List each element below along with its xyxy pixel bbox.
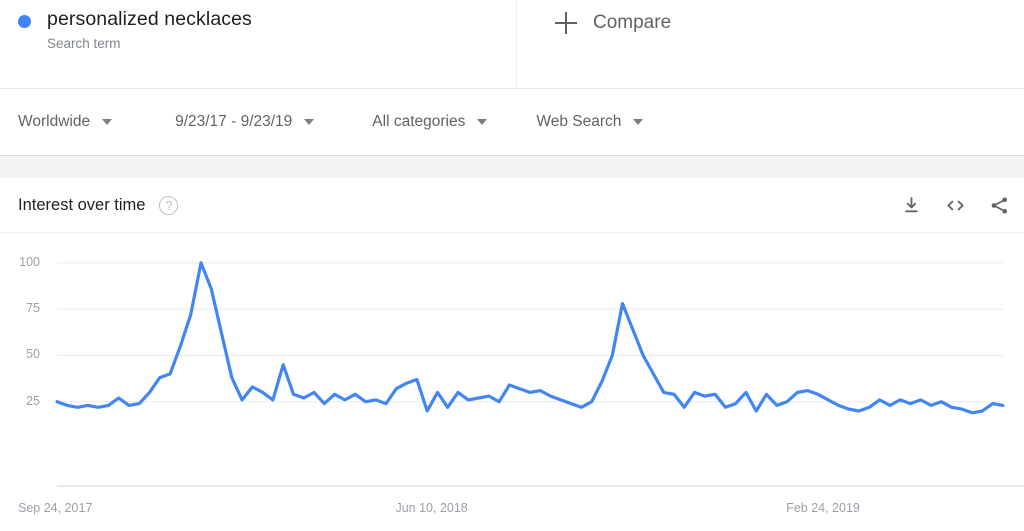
interest-over-time-card: Interest over time ? 25 50 75 100 Sep 24… <box>0 178 1024 531</box>
chevron-down-icon <box>633 119 644 125</box>
location-filter[interactable]: Worldwide <box>18 113 113 131</box>
compare-cell[interactable]: Compare <box>517 0 1024 89</box>
card-title: Interest over time <box>18 195 146 214</box>
search-term-title: personalized necklaces <box>47 8 252 30</box>
search-type-filter[interactable]: Web Search <box>536 113 644 131</box>
card-header: Interest over time ? <box>0 178 1024 233</box>
question-mark-icon[interactable]: ? <box>159 195 179 215</box>
plus-icon <box>555 12 577 34</box>
download-icon[interactable] <box>901 195 922 216</box>
search-term-texts: personalized necklaces Search term <box>47 6 252 54</box>
category-filter[interactable]: All categories <box>372 113 488 131</box>
date-range-filter[interactable]: 9/23/17 - 9/23/19 <box>175 113 315 131</box>
embed-code-icon[interactable] <box>944 195 967 216</box>
search-term-subtitle: Search term <box>47 36 121 51</box>
x-axis-tick-label: Jun 10, 2018 <box>395 501 468 515</box>
filter-bar: Worldwide 9/23/17 - 9/23/19 All categori… <box>0 89 1024 156</box>
compare-label: Compare <box>593 12 672 33</box>
y-axis-tick-label: 75 <box>26 301 40 316</box>
series-color-dot <box>18 15 31 28</box>
search-term-card[interactable]: personalized necklaces Search term <box>0 0 517 89</box>
location-filter-label: Worldwide <box>18 113 91 130</box>
trend-line-path <box>55 261 1005 415</box>
chevron-down-icon <box>477 119 488 125</box>
chevron-down-icon <box>304 119 315 125</box>
google-trends-page: personalized necklaces Search term Compa… <box>0 0 1024 531</box>
term-bar: personalized necklaces Search term Compa… <box>0 0 1024 89</box>
section-gap <box>0 156 1024 178</box>
add-comparison-button[interactable]: Compare <box>555 12 671 34</box>
category-filter-label: All categories <box>372 113 466 130</box>
x-axis-tick-label: Feb 24, 2019 <box>786 501 860 515</box>
date-range-filter-label: 9/23/17 - 9/23/19 <box>175 113 293 130</box>
y-axis-tick-label: 100 <box>19 254 40 269</box>
trends-line-chart[interactable] <box>0 233 1024 531</box>
x-axis-tick-label: Sep 24, 2017 <box>18 501 93 515</box>
chevron-down-icon <box>102 119 113 125</box>
chart-gridlines <box>57 262 1003 403</box>
share-icon[interactable] <box>989 195 1010 216</box>
card-actions <box>901 195 1010 216</box>
search-type-filter-label: Web Search <box>536 113 622 130</box>
chart-area: 25 50 75 100 Sep 24, 2017 Jun 10, 2018 Feb 24… <box>0 233 1024 531</box>
y-axis-tick-label: 50 <box>26 347 40 362</box>
y-axis-tick-label: 25 <box>26 393 40 408</box>
